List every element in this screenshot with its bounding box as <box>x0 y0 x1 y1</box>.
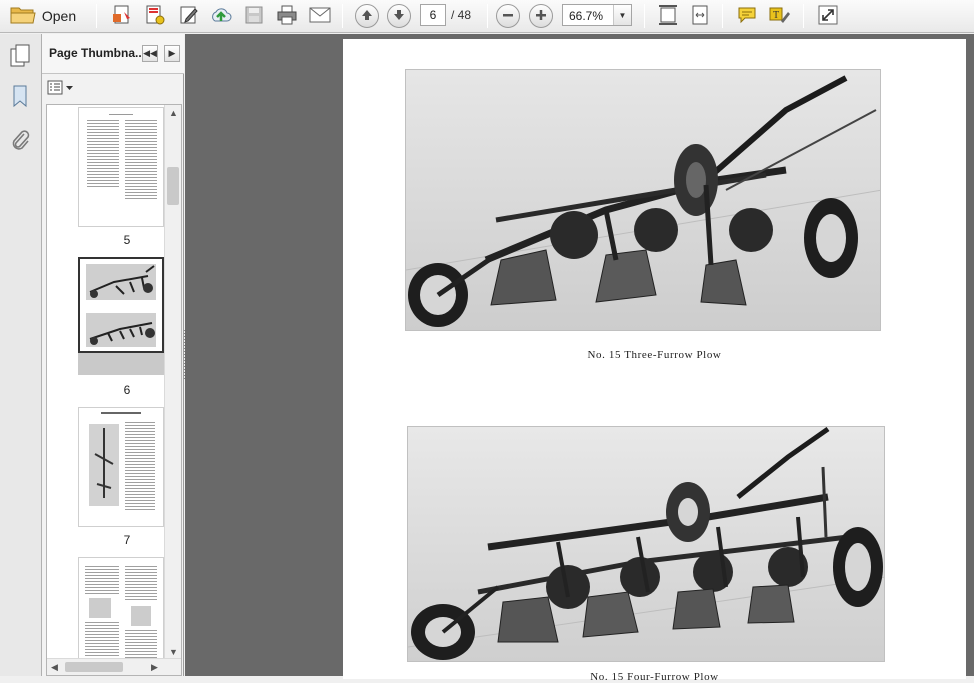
thumbnail-options-button[interactable] <box>47 80 75 98</box>
panel-menu-button[interactable]: ▶ <box>164 45 180 62</box>
thumbnail-vertical-scrollbar[interactable]: ▲ ▼ <box>164 105 181 660</box>
upload-button[interactable] <box>207 3 235 29</box>
thumbnail-label: 5 <box>123 233 131 247</box>
svg-text:T: T <box>773 10 779 21</box>
thumbnail-photo <box>89 424 119 506</box>
upload-icon <box>209 4 233 29</box>
thumbnail-list: 5 6 7 ▲ ▼ ◀ ▶ <box>46 104 182 676</box>
highlight-icon: T <box>768 5 790 28</box>
attachment-icon <box>10 128 30 155</box>
thumbnail-photo <box>86 313 156 347</box>
scroll-down-icon[interactable]: ▼ <box>169 647 178 657</box>
folder-icon <box>10 5 36 28</box>
separator <box>96 4 97 28</box>
plow-photo-three-furrow <box>405 69 881 331</box>
print-icon <box>276 5 298 28</box>
panel-header: Page Thumbna... ◀◀ ▶ <box>42 34 184 74</box>
thumbnails-panel: Page Thumbna... ◀◀ ▶ 5 6 7 ▲ ▼ ◀ ▶ <box>42 34 184 676</box>
save-icon <box>244 5 264 28</box>
scrollbar-thumb[interactable] <box>167 167 179 205</box>
scroll-up-icon[interactable]: ▲ <box>169 108 178 118</box>
figure-caption: No. 15 Three-Furrow Plow <box>587 349 722 361</box>
settings-doc-button[interactable] <box>141 3 169 29</box>
panel-title: Page Thumbna... <box>49 46 141 60</box>
highlight-button[interactable]: T <box>765 3 793 29</box>
create-pdf-button[interactable] <box>108 3 136 29</box>
save-button[interactable] <box>240 3 268 29</box>
zoom-select[interactable]: 66.7% ▼ <box>562 4 632 26</box>
edit-button[interactable] <box>175 3 203 29</box>
options-icon <box>47 80 75 99</box>
settings-doc-icon <box>144 4 166 29</box>
next-page-icon <box>392 8 406 25</box>
zoom-in-icon <box>534 8 548 25</box>
zoom-value: 66.7% <box>569 9 604 23</box>
collapse-panel-button[interactable]: ◀◀ <box>142 45 158 62</box>
thumbnail-horizontal-scrollbar[interactable]: ◀ ▶ <box>47 658 181 675</box>
selection-highlight <box>78 353 164 375</box>
thumbnail-page-5[interactable] <box>78 107 164 227</box>
document-viewport[interactable]: No. 15 Three-Furrow Plow No. 15 Four-Fur… <box>185 34 974 683</box>
thumbnail-label: 7 <box>123 533 131 547</box>
prev-page-button[interactable] <box>355 4 379 28</box>
page-number-input[interactable]: 6 <box>420 4 446 26</box>
expand-icon <box>818 5 838 28</box>
chevron-right-icon: ▶ <box>168 48 176 58</box>
separator <box>803 4 804 28</box>
toolbar: Open 6 / 48 66.7% ▼ T <box>0 0 974 33</box>
open-label: Open <box>41 8 77 24</box>
attachments-button[interactable] <box>8 128 32 154</box>
print-button[interactable] <box>273 3 301 29</box>
thumbnail-page-8[interactable] <box>78 557 164 667</box>
double-chevron-left-icon: ◀◀ <box>143 48 157 58</box>
zoom-out-button[interactable] <box>496 4 520 28</box>
expand-button[interactable] <box>814 3 842 29</box>
scroll-left-icon[interactable]: ◀ <box>51 662 58 673</box>
scroll-right-icon[interactable]: ▶ <box>151 662 158 673</box>
document-page: No. 15 Three-Furrow Plow No. 15 Four-Fur… <box>343 39 966 683</box>
next-page-button[interactable] <box>387 4 411 28</box>
separator <box>487 4 488 28</box>
separator <box>722 4 723 28</box>
fit-page-button[interactable] <box>654 3 682 29</box>
email-icon <box>309 7 331 26</box>
pages-button[interactable] <box>8 44 32 70</box>
figure-caption: No. 15 Four-Furrow Plow <box>590 671 719 683</box>
thumbnail-page-7[interactable] <box>78 407 164 527</box>
email-button[interactable] <box>306 3 334 29</box>
fit-page-icon <box>658 4 678 29</box>
pages-icon <box>9 44 31 71</box>
zoom-out-icon <box>501 8 515 25</box>
thumbnail-photo <box>86 264 156 300</box>
prev-page-icon <box>360 8 374 25</box>
separator <box>342 4 343 28</box>
plow-photo-four-furrow <box>407 426 885 662</box>
create-pdf-icon <box>111 4 133 29</box>
edit-icon <box>178 4 200 29</box>
bookmarks-button[interactable] <box>8 84 32 110</box>
thumbnail-label: 6 <box>123 383 131 397</box>
comment-button[interactable] <box>733 3 761 29</box>
bookmark-icon <box>11 84 29 111</box>
page-total: / 48 <box>451 8 472 22</box>
zoom-in-button[interactable] <box>529 4 553 28</box>
separator <box>644 4 645 28</box>
scrollbar-thumb[interactable] <box>65 662 123 672</box>
navigation-rail <box>0 34 42 676</box>
fit-width-button[interactable] <box>686 3 714 29</box>
chevron-down-icon[interactable]: ▼ <box>613 5 631 25</box>
comment-icon <box>736 5 758 28</box>
fit-width-icon <box>690 4 710 29</box>
thumbnail-page-6[interactable] <box>78 257 164 353</box>
open-button[interactable]: Open <box>4 3 82 29</box>
